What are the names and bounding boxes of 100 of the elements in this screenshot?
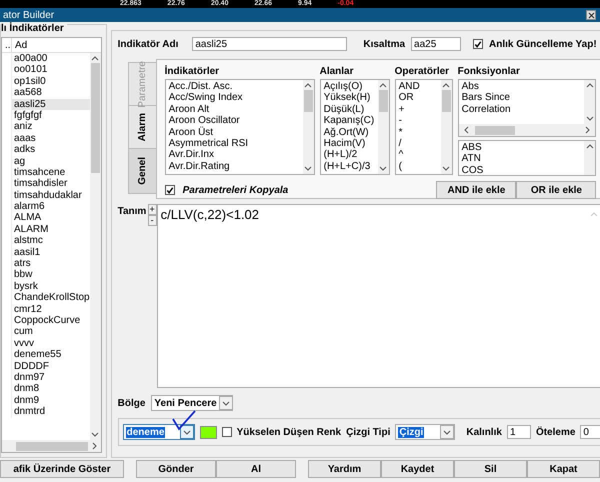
scrollbar[interactable] — [440, 80, 452, 174]
action-button[interactable]: Gönder — [136, 460, 216, 478]
list-item[interactable]: Açılış(O) — [324, 81, 375, 92]
list-heading: Operatörler — [394, 66, 450, 79]
scrollbar-thumb[interactable] — [442, 90, 451, 112]
list-item[interactable]: * — [398, 126, 438, 138]
list-item[interactable]: Hacim(V) — [324, 138, 375, 150]
field-label: Indikatör Adı — [118, 38, 178, 50]
scrollbar[interactable] — [584, 141, 596, 175]
scrollbar[interactable] — [378, 80, 389, 174]
handwritten-tick-icon — [170, 409, 197, 431]
action-button[interactable]: afik Üzerinde Göster — [0, 460, 124, 478]
scroll-down-icon — [442, 166, 450, 172]
formula-textarea[interactable]: c/LLV(c,22)<1.02 — [156, 204, 600, 388]
line-type-dropdown[interactable]: Çizgi — [395, 424, 456, 440]
list-item[interactable]: Düşük(L) — [324, 104, 375, 116]
list-item[interactable]: + — [398, 104, 438, 116]
checkbox-label: Parametreleri Kopyala — [182, 184, 288, 196]
region-dropdown[interactable]: Yeni Pencere — [151, 395, 234, 411]
column-header[interactable]: .. — [2, 38, 12, 52]
scrollbar[interactable] — [2, 440, 101, 452]
series-dropdown[interactable]: deneme — [122, 424, 195, 440]
checkbox[interactable] — [164, 185, 175, 195]
list-item[interactable]: - — [398, 115, 438, 127]
list-item[interactable]: Aroon Oscillator — [168, 115, 300, 127]
scrollbar-thumb[interactable] — [304, 90, 313, 112]
action-button[interactable]: Kaydet — [381, 460, 454, 478]
close-icon — [588, 12, 594, 18]
tab[interactable]: Genel — [128, 148, 156, 194]
action-button[interactable]: Sil — [454, 460, 527, 478]
tab[interactable]: Alarm — [128, 105, 156, 149]
list-item[interactable]: Acc./Dist. Asc. — [168, 81, 300, 92]
list-item[interactable]: (H+L+C)/3 — [324, 160, 375, 172]
minus-button[interactable]: - — [148, 215, 157, 226]
plus-button[interactable]: + — [148, 204, 157, 215]
scroll-right-icon — [585, 126, 592, 134]
scroll-down-icon — [586, 116, 594, 122]
input-field[interactable]: 0 — [580, 425, 600, 439]
add-button[interactable]: AND ile ekle — [436, 181, 516, 199]
list-box[interactable]: Abs Bars Since Correlation — [458, 79, 596, 137]
list-item[interactable]: Aroon Alt — [168, 104, 300, 116]
scrollbar-thumb[interactable] — [16, 442, 88, 450]
list-item[interactable]: Avr.Dir.Inx — [168, 149, 300, 161]
checkbox[interactable] — [473, 39, 484, 49]
list-item[interactable]: Asymmetrical RSI — [168, 138, 300, 150]
list-item[interactable]: Bars Since — [462, 92, 582, 104]
scroll-down-icon — [91, 432, 100, 438]
list-item[interactable]: ^ — [398, 149, 438, 161]
list-item[interactable]: AND — [398, 81, 438, 92]
input-field[interactable]: 1 — [506, 425, 531, 439]
list-item[interactable]: OR — [398, 92, 438, 104]
field-label: Kalınlık — [466, 426, 502, 438]
table-row[interactable]: aasli25 — [11, 98, 90, 110]
column-header[interactable]: Ad — [12, 38, 101, 52]
list-item[interactable]: Acc/Swing Index — [168, 92, 300, 104]
scrollbar[interactable] — [458, 124, 596, 136]
list-item[interactable]: ( — [398, 160, 438, 172]
list-heading: Alanlar — [320, 66, 355, 79]
caret-icon — [180, 425, 194, 439]
list-item[interactable]: ATN — [462, 153, 582, 165]
color-swatch[interactable] — [200, 426, 217, 438]
list-item[interactable]: Kapanış(C) — [324, 115, 375, 127]
list-box[interactable]: Acc./Dist. Asc. Acc/Swing Index Aroon Alt Aroon Oscillator Aroon Üst Asymmetrical RSI Avr.Dir.Inx Avr.Dir.Rating — [164, 79, 315, 175]
list-box[interactable]: ABS ATN COS — [458, 140, 596, 176]
close-button[interactable] — [586, 10, 596, 20]
input-field[interactable]: aa25 — [411, 37, 462, 51]
action-button[interactable]: Kapat — [527, 460, 600, 478]
list-box[interactable]: AND OR + - * / ^ ( — [394, 79, 453, 175]
list-item[interactable]: (H+L)/2 — [324, 149, 375, 161]
scrollbar-thumb[interactable] — [90, 63, 100, 173]
caret-icon — [440, 425, 454, 439]
scrollbar-thumb[interactable] — [474, 126, 515, 134]
list-item[interactable]: / — [398, 138, 438, 150]
scrollbar[interactable] — [302, 80, 314, 174]
scroll-up-icon — [586, 143, 594, 149]
list-item[interactable]: Yüksek(H) — [324, 92, 375, 104]
action-button[interactable]: Yardım — [308, 460, 381, 478]
scroll-down-icon — [379, 166, 388, 172]
caret-icon — [218, 396, 233, 410]
list-item[interactable]: Correlation — [462, 104, 582, 116]
checkbox[interactable] — [222, 427, 232, 437]
scrollbar[interactable] — [584, 80, 596, 124]
scroll-up-icon — [586, 82, 594, 88]
list-item[interactable]: Abs — [462, 81, 582, 92]
list-item[interactable]: ABS — [462, 142, 582, 154]
add-button[interactable]: OR ile ekle — [516, 181, 596, 199]
list-item[interactable]: Ağ.Ort(W) — [324, 126, 375, 138]
scrollbar-thumb[interactable] — [378, 90, 388, 112]
field-label: Tanım — [118, 205, 148, 219]
list-item[interactable]: Aroon Üst — [168, 126, 300, 138]
scroll-up-icon — [379, 82, 388, 88]
list-heading: İndikatörler — [164, 66, 220, 79]
scrollbar[interactable] — [90, 53, 101, 440]
scroll-up-icon — [442, 82, 450, 88]
list-item[interactable]: Avr.Dir.Rating — [168, 160, 300, 172]
list-item[interactable]: COS — [462, 164, 582, 175]
scroll-up-icon — [91, 55, 100, 61]
action-button[interactable]: Al — [216, 460, 296, 478]
input-field[interactable]: aasli25 — [192, 37, 348, 51]
list-box[interactable]: Açılış(O) Yüksek(H) Düşük(L) Kapanış(C) Ağ.Ort(W) Hacim(V) (H+L)/2 (H+L+C)/3 — [320, 79, 390, 175]
